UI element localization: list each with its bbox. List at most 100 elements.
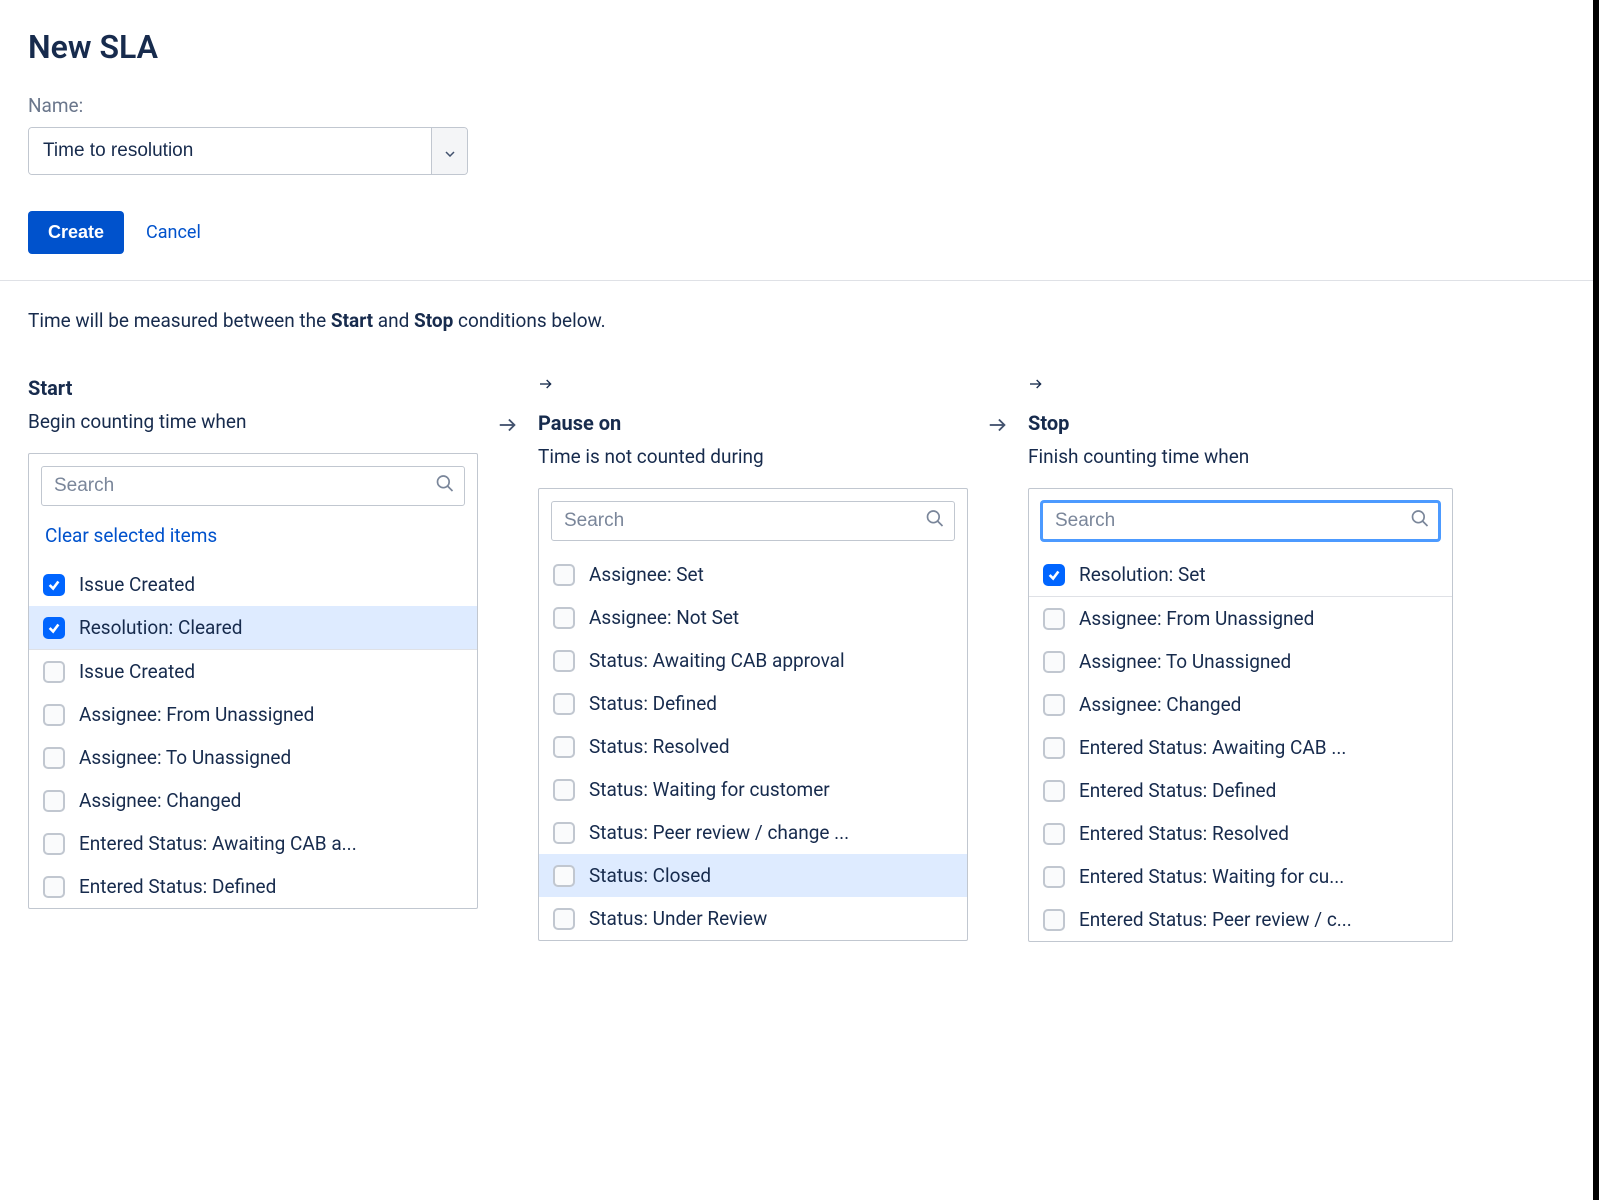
start-item[interactable]: Entered Status: Awaiting CAB a... (29, 822, 477, 865)
start-selected-item-label: Resolution: Cleared (79, 616, 242, 639)
checkbox[interactable] (553, 779, 575, 801)
arrow-pause-to-stop (968, 376, 1028, 441)
stop-item[interactable]: Entered Status: Awaiting CAB ... (1029, 726, 1452, 769)
checkbox[interactable] (43, 704, 65, 726)
pause-item-label: Status: Closed (589, 864, 711, 887)
start-title: Start (28, 376, 478, 400)
pause-item[interactable]: Status: Waiting for customer (539, 768, 967, 811)
checkbox[interactable] (1043, 866, 1065, 888)
checkbox[interactable] (553, 736, 575, 758)
pause-item-label: Status: Under Review (589, 907, 767, 930)
start-item-label: Issue Created (79, 660, 195, 683)
stop-item-label: Entered Status: Defined (1079, 779, 1276, 802)
pause-item-label: Status: Resolved (589, 735, 730, 758)
pause-top-arrow (538, 376, 968, 397)
checkbox[interactable] (553, 564, 575, 586)
start-item[interactable]: Assignee: To Unassigned (29, 736, 477, 779)
pause-item[interactable]: Status: Defined (539, 682, 967, 725)
checkbox[interactable] (1043, 564, 1065, 586)
stop-item-label: Assignee: To Unassigned (1079, 650, 1291, 673)
sla-name-combobox[interactable] (28, 127, 468, 175)
checkbox[interactable] (1043, 608, 1065, 630)
start-selected-item[interactable]: Issue Created (29, 563, 477, 606)
stop-selected-item-label: Resolution: Set (1079, 563, 1206, 586)
stop-item[interactable]: Entered Status: Peer review / c... (1029, 898, 1452, 941)
pause-item[interactable]: Status: Resolved (539, 725, 967, 768)
cancel-link[interactable]: Cancel (146, 222, 201, 243)
create-button[interactable]: Create (28, 211, 124, 254)
sla-name-dropdown-toggle[interactable] (431, 128, 467, 174)
pause-item-label: Status: Defined (589, 692, 717, 715)
pause-column: Pause on Time is not counted during Assi… (538, 376, 968, 941)
start-column: Start Begin counting time when Clear sel… (28, 376, 478, 909)
stop-item[interactable]: Entered Status: Resolved (1029, 812, 1452, 855)
pause-search-wrap (551, 501, 955, 541)
pause-item-label: Status: Waiting for customer (589, 778, 830, 801)
checkbox[interactable] (43, 876, 65, 898)
pause-title: Pause on (538, 411, 968, 435)
start-panel: Clear selected items Issue Created Resolu… (28, 453, 478, 909)
checkbox[interactable] (43, 574, 65, 596)
page-title: New SLA (28, 28, 1565, 66)
start-item[interactable]: Assignee: Changed (29, 779, 477, 822)
divider (0, 280, 1593, 281)
start-subtitle: Begin counting time when (28, 410, 478, 433)
checkbox[interactable] (43, 661, 65, 683)
pause-item[interactable]: Assignee: Not Set (539, 596, 967, 639)
checkbox[interactable] (43, 833, 65, 855)
pause-item[interactable]: Status: Under Review (539, 897, 967, 940)
checkbox[interactable] (43, 617, 65, 639)
start-item[interactable]: Issue Created (29, 650, 477, 693)
checkbox[interactable] (553, 908, 575, 930)
checkbox[interactable] (553, 693, 575, 715)
checkbox[interactable] (1043, 737, 1065, 759)
stop-subtitle: Finish counting time when (1028, 445, 1453, 468)
pause-item[interactable]: Status: Awaiting CAB approval (539, 639, 967, 682)
arrow-right-icon (497, 414, 519, 441)
sla-name-input[interactable] (29, 128, 431, 174)
stop-column: Stop Finish counting time when Resolutio… (1028, 376, 1453, 942)
stop-item[interactable]: Entered Status: Waiting for cu... (1029, 855, 1452, 898)
checkbox[interactable] (43, 747, 65, 769)
checkbox[interactable] (1043, 823, 1065, 845)
actions-row: Create Cancel (28, 211, 1565, 254)
pause-panel: Assignee: SetAssignee: Not Set Status: Aw… (538, 488, 968, 941)
pause-item-label: Status: Awaiting CAB approval (589, 649, 845, 672)
checkbox[interactable] (553, 822, 575, 844)
chevron-down-icon (445, 141, 455, 162)
stop-selected-item[interactable]: Resolution: Set (1029, 553, 1452, 596)
stop-item-label: Entered Status: Waiting for cu... (1079, 865, 1344, 888)
pause-item[interactable]: Status: Peer review / change ... (539, 811, 967, 854)
stop-item[interactable]: Entered Status: Defined (1029, 769, 1452, 812)
stop-title: Stop (1028, 411, 1453, 435)
pause-item[interactable]: Assignee: Set (539, 553, 967, 596)
checkbox[interactable] (1043, 694, 1065, 716)
checkbox[interactable] (1043, 909, 1065, 931)
pause-search-input[interactable] (551, 501, 955, 541)
checkbox[interactable] (1043, 651, 1065, 673)
start-search-input[interactable] (41, 466, 465, 506)
start-item-label: Assignee: To Unassigned (79, 746, 291, 769)
checkbox[interactable] (553, 865, 575, 887)
stop-item-label: Entered Status: Resolved (1079, 822, 1289, 845)
pause-item[interactable]: Status: Closed (539, 854, 967, 897)
start-item-label: Entered Status: Awaiting CAB a... (79, 832, 357, 855)
clear-selected-link[interactable]: Clear selected items (41, 518, 221, 563)
stop-item[interactable]: Assignee: To Unassigned (1029, 640, 1452, 683)
checkbox[interactable] (43, 790, 65, 812)
start-selected-item[interactable]: Resolution: Cleared (29, 606, 477, 649)
stop-item[interactable]: Assignee: From Unassigned (1029, 597, 1452, 640)
start-item-label: Entered Status: Defined (79, 875, 276, 898)
start-item-label: Assignee: Changed (79, 789, 241, 812)
stop-item-label: Entered Status: Peer review / c... (1079, 908, 1352, 931)
checkbox[interactable] (553, 607, 575, 629)
pause-item-label: Status: Peer review / change ... (589, 821, 849, 844)
stop-search-input[interactable] (1041, 501, 1440, 541)
checkbox[interactable] (1043, 780, 1065, 802)
start-item[interactable]: Entered Status: Defined (29, 865, 477, 908)
start-item[interactable]: Assignee: From Unassigned (29, 693, 477, 736)
name-label: Name: (28, 94, 1565, 117)
checkbox[interactable] (553, 650, 575, 672)
pause-subtitle: Time is not counted during (538, 445, 968, 468)
stop-item[interactable]: Assignee: Changed (1029, 683, 1452, 726)
